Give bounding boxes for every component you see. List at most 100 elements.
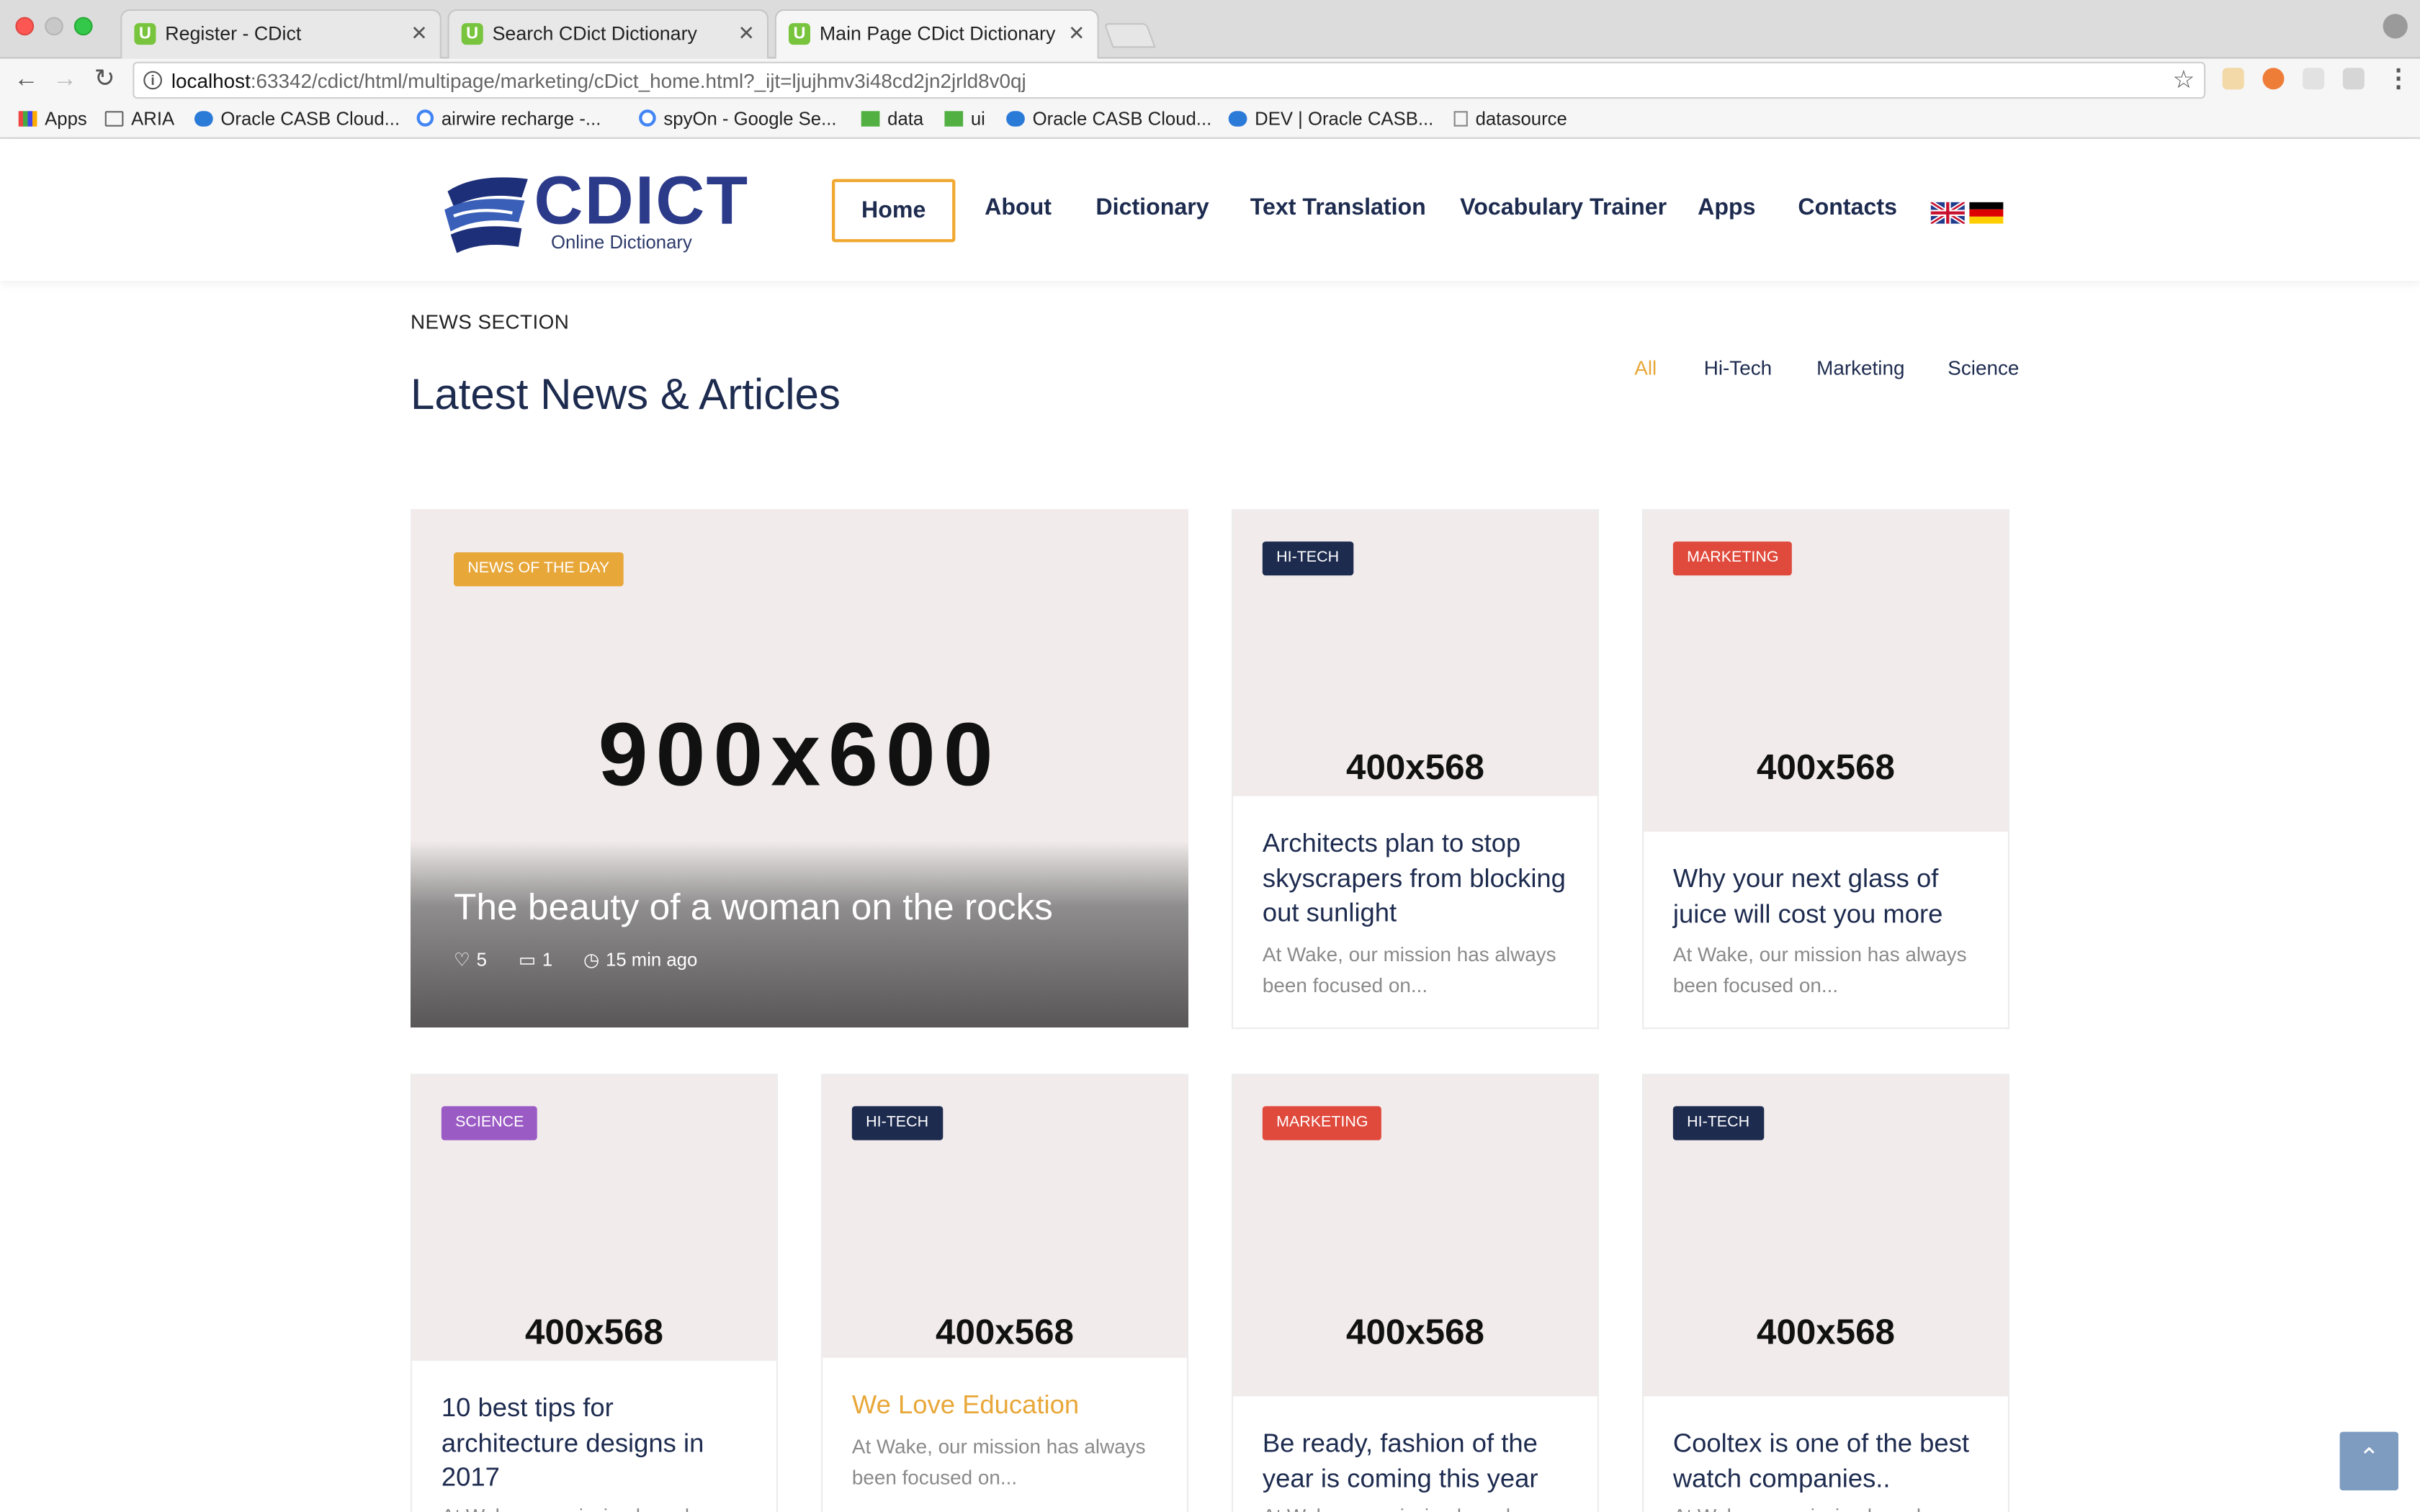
arrow-up-icon: ⌃ xyxy=(2358,1445,2380,1472)
upwork-favicon-icon: U xyxy=(134,23,156,45)
article-title[interactable]: Cooltex is one of the best watch compani… xyxy=(1673,1427,1982,1496)
article-card[interactable]: HI-TECH 400x568 Architects plan to stop … xyxy=(1232,509,1599,1030)
comments-count[interactable]: ▭ 1 xyxy=(519,949,552,971)
star-icon[interactable]: ☆ xyxy=(2172,65,2195,96)
post-time: ◷ 15 min ago xyxy=(583,948,698,971)
category-badge[interactable]: HI-TECH xyxy=(1672,1106,1764,1140)
filter-all[interactable]: All xyxy=(1634,356,1657,379)
nav-vocabulary-trainer[interactable]: Vocabulary Trainer xyxy=(1460,194,1667,220)
bookmark-item[interactable]: ARIA xyxy=(104,108,174,130)
image-overlay xyxy=(411,840,1188,1028)
article-image: HI-TECH 400x568 xyxy=(1644,1075,2008,1397)
apps-grid-icon xyxy=(18,111,37,127)
article-title[interactable]: We Love Education xyxy=(852,1389,1161,1423)
forward-arrow-icon[interactable]: → xyxy=(53,65,77,96)
scroll-to-top-button[interactable]: ⌃ xyxy=(2339,1431,2398,1490)
article-title[interactable]: Architects plan to stop skyscrapers from… xyxy=(1263,827,1572,932)
article-card[interactable]: HI-TECH 400x568 Cooltex is one of the be… xyxy=(1642,1074,2009,1512)
extension-icon[interactable] xyxy=(2303,68,2325,90)
article-image: SCIENCE 400x568 xyxy=(412,1075,776,1361)
likes-count[interactable]: ♡ 5 xyxy=(454,949,487,971)
browser-tab-bar: U Register - CDict ✕ U Search CDict Dict… xyxy=(0,0,2420,60)
article-image: HI-TECH 400x568 xyxy=(823,1075,1187,1358)
bookmark-item[interactable]: Oracle CASB Cloud... xyxy=(194,108,400,130)
nav-about[interactable]: About xyxy=(985,194,1052,220)
category-badge[interactable]: NEWS OF THE DAY xyxy=(454,552,624,587)
bookmark-item[interactable]: ui xyxy=(944,108,985,130)
site-header xyxy=(0,138,2420,281)
bookmark-item[interactable]: spyOn - Google Se... xyxy=(639,108,837,130)
bookmark-site-icon xyxy=(861,111,880,127)
extension-icon[interactable] xyxy=(2342,68,2365,90)
cloud-icon xyxy=(194,111,213,127)
featured-article-title[interactable]: The beauty of a woman on the rocks xyxy=(454,887,1053,930)
extension-icon[interactable] xyxy=(2262,68,2285,90)
nav-dictionary[interactable]: Dictionary xyxy=(1095,194,1209,220)
bookmark-item[interactable]: DEV | Oracle CASB... xyxy=(1228,108,1433,130)
article-card[interactable]: HI-TECH 400x568 We Love Education At Wak… xyxy=(821,1074,1188,1512)
reload-icon[interactable]: ↻ xyxy=(94,65,115,96)
article-image: MARKETING 400x568 xyxy=(1644,510,2008,832)
bookmark-item[interactable]: airwire recharge -... xyxy=(416,108,601,130)
article-title[interactable]: 10 best tips for architecture designs in… xyxy=(442,1392,750,1496)
article-title[interactable]: Why your next glass of juice will cost y… xyxy=(1673,863,1982,932)
filter-hi-tech[interactable]: Hi-Tech xyxy=(1704,356,1772,379)
article-title[interactable]: Be ready, fashion of the year is coming … xyxy=(1263,1427,1572,1496)
image-placeholder-label: 400x568 xyxy=(525,1311,663,1352)
article-image: HI-TECH 400x568 xyxy=(1233,510,1597,796)
bookmarks-bar: Apps ARIA Oracle CASB Cloud... airwire r… xyxy=(0,102,2420,139)
folder-icon xyxy=(104,111,124,127)
article-card[interactable]: MARKETING 400x568 Why your next glass of… xyxy=(1642,509,2009,1030)
site-logo[interactable]: CDICT Online Dictionary xyxy=(442,163,748,256)
close-window-button[interactable] xyxy=(15,17,35,36)
nav-text-translation[interactable]: Text Translation xyxy=(1250,194,1426,220)
heart-icon: ♡ xyxy=(454,948,471,971)
browser-tab[interactable]: U Search CDict Dictionary ✕ xyxy=(447,9,769,59)
close-icon[interactable]: ✕ xyxy=(738,22,754,46)
image-placeholder-label: 400x568 xyxy=(1346,1311,1484,1352)
featured-article-card[interactable]: NEWS OF THE DAY 900x600 The beauty of a … xyxy=(411,509,1188,1028)
tab-title: Register - CDict xyxy=(165,23,302,45)
article-excerpt: At Wake, our mission has always been foc… xyxy=(1672,942,1967,997)
close-icon[interactable]: ✕ xyxy=(411,22,427,46)
uk-flag-icon[interactable] xyxy=(1930,202,1965,224)
article-excerpt: At Wake, our mission has always been foc… xyxy=(1673,1501,1982,1512)
cloud-icon xyxy=(1228,111,1247,127)
address-bar[interactable]: i localhost:63342/cdict/html/multipage/m… xyxy=(133,61,2206,99)
category-badge[interactable]: HI-TECH xyxy=(851,1106,943,1140)
browser-tab[interactable]: U Register - CDict ✕ xyxy=(120,9,442,59)
article-card[interactable]: SCIENCE 400x568 10 best tips for archite… xyxy=(411,1074,778,1512)
bookmark-item[interactable]: Oracle CASB Cloud... xyxy=(1006,108,1211,130)
new-tab-button[interactable] xyxy=(1103,23,1156,48)
profile-icon[interactable] xyxy=(2383,14,2408,39)
extension-icon[interactable] xyxy=(2222,68,2244,90)
nav-home[interactable]: Home xyxy=(832,179,956,243)
article-excerpt: At Wake, our mission has always been foc… xyxy=(442,1501,750,1512)
tab-title: Main Page CDict Dictionary xyxy=(819,23,1056,45)
category-badge[interactable]: HI-TECH xyxy=(1262,541,1353,576)
article-card[interactable]: MARKETING 400x568 Be ready, fashion of t… xyxy=(1232,1074,1599,1512)
google-icon xyxy=(416,109,434,127)
browser-tab-active[interactable]: U Main Page CDict Dictionary ✕ xyxy=(774,9,1099,60)
minimize-window-button[interactable] xyxy=(45,17,63,36)
category-badge[interactable]: SCIENCE xyxy=(441,1106,538,1140)
category-badge[interactable]: MARKETING xyxy=(1262,1106,1382,1140)
info-icon[interactable]: i xyxy=(143,71,162,90)
filter-marketing[interactable]: Marketing xyxy=(1816,356,1904,379)
back-arrow-icon[interactable]: ← xyxy=(14,65,38,96)
bookmark-item[interactable]: data xyxy=(861,108,923,130)
nav-apps[interactable]: Apps xyxy=(1698,194,1755,220)
bookmark-item[interactable]: datasource xyxy=(1453,108,1567,130)
german-flag-icon[interactable] xyxy=(1969,202,2004,224)
close-icon[interactable]: ✕ xyxy=(1068,22,1085,46)
image-placeholder-label: 400x568 xyxy=(1757,747,1895,787)
book-logo-icon xyxy=(444,177,528,253)
menu-dots-icon[interactable]: ⋮ xyxy=(2386,65,2411,96)
bookmark-item[interactable]: Apps xyxy=(18,108,87,130)
nav-contacts[interactable]: Contacts xyxy=(1798,194,1897,220)
filter-science[interactable]: Science xyxy=(1948,356,2019,379)
category-badge[interactable]: MARKETING xyxy=(1672,541,1793,576)
google-icon xyxy=(639,109,656,127)
maximize-window-button[interactable] xyxy=(73,17,93,36)
browser-toolbar: ← → ↻ i localhost:63342/cdict/html/multi… xyxy=(0,58,2420,102)
